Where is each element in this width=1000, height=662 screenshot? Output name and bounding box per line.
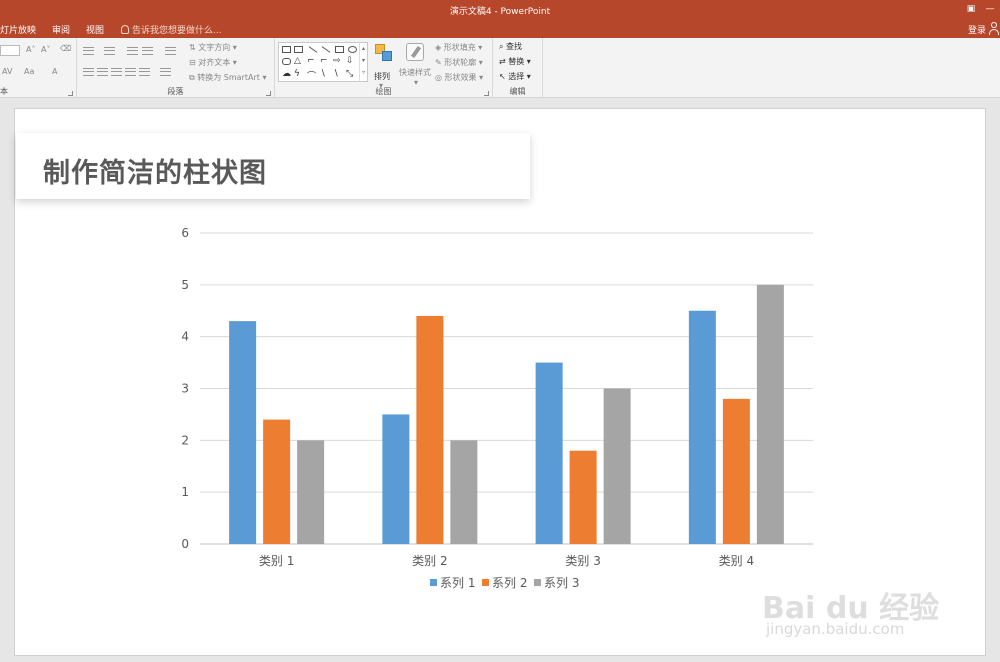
bar <box>263 419 291 544</box>
legend-label: 系列 3 <box>544 576 579 590</box>
y-tick-label: 3 <box>181 382 189 396</box>
bar <box>756 284 784 544</box>
bar <box>416 315 444 544</box>
legend-label: 系列 2 <box>492 576 527 590</box>
legend-swatch <box>430 579 437 586</box>
y-tick-label: 0 <box>181 537 189 551</box>
bar <box>297 440 325 544</box>
x-tick-label: 类别 3 <box>565 554 600 568</box>
bar <box>688 310 716 544</box>
bar <box>229 321 257 544</box>
y-tick-label: 2 <box>181 433 189 447</box>
legend-swatch <box>482 579 489 586</box>
legend-swatch <box>534 579 541 586</box>
bar <box>569 450 597 544</box>
x-tick-label: 类别 4 <box>719 554 754 568</box>
bar <box>450 440 478 544</box>
watermark-url: jingyan.baidu.com <box>766 620 905 638</box>
legend-label: 系列 1 <box>440 576 475 590</box>
bar-chart[interactable]: 0 1 2 3 4 5 6 类别 1 类别 2 类别 3 类别 4 系列 1 系列 2 系列 3 <box>0 0 1000 662</box>
bar <box>535 362 563 544</box>
y-tick-label: 5 <box>181 278 189 292</box>
bar <box>382 414 410 544</box>
x-tick-label: 类别 1 <box>259 554 294 568</box>
bar <box>722 398 750 544</box>
y-tick-label: 4 <box>181 330 189 344</box>
y-tick-label: 1 <box>181 485 189 499</box>
y-tick-label: 6 <box>181 226 189 240</box>
bar <box>603 388 631 544</box>
x-tick-label: 类别 2 <box>412 554 447 568</box>
